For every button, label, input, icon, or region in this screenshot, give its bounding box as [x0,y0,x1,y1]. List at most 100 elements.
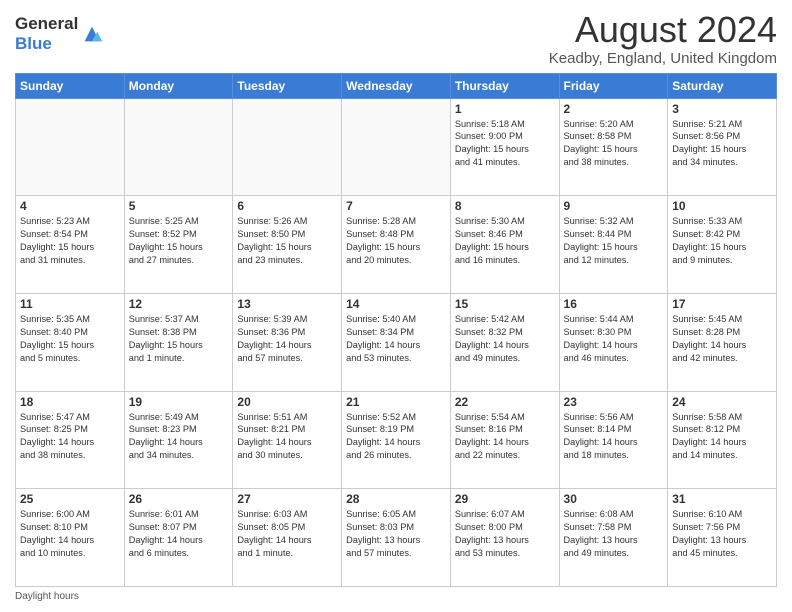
logo-blue: Blue [15,34,52,53]
day-info: Sunrise: 5:32 AM Sunset: 8:44 PM Dayligh… [564,215,664,267]
day-info: Sunrise: 5:58 AM Sunset: 8:12 PM Dayligh… [672,411,772,463]
logo-text: General Blue [15,14,78,54]
day-info: Sunrise: 5:49 AM Sunset: 8:23 PM Dayligh… [129,411,229,463]
day-number: 11 [20,297,120,311]
day-info: Sunrise: 6:03 AM Sunset: 8:05 PM Dayligh… [237,508,337,560]
calendar-cell: 12 Sunrise: 5:37 AM Sunset: 8:38 PM Dayli… [124,293,233,391]
day-number: 4 [20,199,120,213]
calendar-cell: 18 Sunrise: 5:47 AM Sunset: 8:25 PM Dayli… [16,391,125,489]
calendar-cell [342,98,451,196]
calendar-cell: 19 Sunrise: 5:49 AM Sunset: 8:23 PM Dayli… [124,391,233,489]
day-info: Sunrise: 5:47 AM Sunset: 8:25 PM Dayligh… [20,411,120,463]
day-number: 19 [129,395,229,409]
day-number: 27 [237,492,337,506]
day-info: Sunrise: 6:07 AM Sunset: 8:00 PM Dayligh… [455,508,555,560]
day-number: 16 [564,297,664,311]
day-info: Sunrise: 5:33 AM Sunset: 8:42 PM Dayligh… [672,215,772,267]
page: General Blue August 2024 Keadby, England… [0,0,792,612]
day-info: Sunrise: 5:52 AM Sunset: 8:19 PM Dayligh… [346,411,446,463]
day-info: Sunrise: 5:54 AM Sunset: 8:16 PM Dayligh… [455,411,555,463]
calendar-cell: 3Sunrise: 5:21 AM Sunset: 8:56 PM Daylig… [668,98,777,196]
day-info: Sunrise: 5:20 AM Sunset: 8:58 PM Dayligh… [564,118,664,170]
title-block: August 2024 Keadby, England, United King… [549,10,777,67]
day-number: 9 [564,199,664,213]
col-monday: Monday [124,73,233,98]
calendar-cell: 27 Sunrise: 6:03 AM Sunset: 8:05 PM Dayli… [233,489,342,587]
day-number: 13 [237,297,337,311]
day-info: Sunrise: 5:42 AM Sunset: 8:32 PM Dayligh… [455,313,555,365]
day-number: 18 [20,395,120,409]
calendar-cell: 8 Sunrise: 5:30 AM Sunset: 8:46 PM Daylig… [450,196,559,294]
day-info: Sunrise: 5:23 AM Sunset: 8:54 PM Dayligh… [20,215,120,267]
day-info: Sunrise: 5:45 AM Sunset: 8:28 PM Dayligh… [672,313,772,365]
day-info: Sunrise: 5:39 AM Sunset: 8:36 PM Dayligh… [237,313,337,365]
calendar-cell [16,98,125,196]
calendar-cell: 7Sunrise: 5:28 AM Sunset: 8:48 PM Daylig… [342,196,451,294]
subtitle: Keadby, England, United Kingdom [549,50,777,67]
calendar-header-row: Sunday Monday Tuesday Wednesday Thursday… [16,73,777,98]
calendar-cell: 25Sunrise: 6:00 AM Sunset: 8:10 PM Dayli… [16,489,125,587]
day-number: 3 [672,102,772,116]
calendar-cell: 6Sunrise: 5:26 AM Sunset: 8:50 PM Daylig… [233,196,342,294]
day-info: Sunrise: 6:01 AM Sunset: 8:07 PM Dayligh… [129,508,229,560]
day-info: Sunrise: 5:51 AM Sunset: 8:21 PM Dayligh… [237,411,337,463]
col-saturday: Saturday [668,73,777,98]
calendar-cell: 4 Sunrise: 5:23 AM Sunset: 8:54 PM Daylig… [16,196,125,294]
calendar-cell: 14 Sunrise: 5:40 AM Sunset: 8:34 PM Dayli… [342,293,451,391]
day-number: 26 [129,492,229,506]
day-number: 23 [564,395,664,409]
calendar-week-2: 11Sunrise: 5:35 AM Sunset: 8:40 PM Dayli… [16,293,777,391]
day-number: 30 [564,492,664,506]
calendar-week-3: 18 Sunrise: 5:47 AM Sunset: 8:25 PM Dayli… [16,391,777,489]
day-number: 1 [455,102,555,116]
calendar-cell: 9 Sunrise: 5:32 AM Sunset: 8:44 PM Daylig… [559,196,668,294]
calendar-cell: 29 Sunrise: 6:07 AM Sunset: 8:00 PM Dayli… [450,489,559,587]
day-number: 22 [455,395,555,409]
day-number: 28 [346,492,446,506]
col-tuesday: Tuesday [233,73,342,98]
calendar-cell: 11Sunrise: 5:35 AM Sunset: 8:40 PM Dayli… [16,293,125,391]
col-friday: Friday [559,73,668,98]
calendar-cell: 1 Sunrise: 5:18 AM Sunset: 9:00 PM Daylig… [450,98,559,196]
day-info: Sunrise: 5:30 AM Sunset: 8:46 PM Dayligh… [455,215,555,267]
footer-note: Daylight hours [15,591,777,602]
day-number: 29 [455,492,555,506]
day-info: Sunrise: 6:10 AM Sunset: 7:56 PM Dayligh… [672,508,772,560]
day-info: Sunrise: 6:05 AM Sunset: 8:03 PM Dayligh… [346,508,446,560]
day-number: 12 [129,297,229,311]
day-number: 31 [672,492,772,506]
day-info: Sunrise: 5:40 AM Sunset: 8:34 PM Dayligh… [346,313,446,365]
day-number: 15 [455,297,555,311]
day-number: 6 [237,199,337,213]
day-number: 14 [346,297,446,311]
day-number: 25 [20,492,120,506]
col-wednesday: Wednesday [342,73,451,98]
day-info: Sunrise: 5:56 AM Sunset: 8:14 PM Dayligh… [564,411,664,463]
calendar-cell: 21 Sunrise: 5:52 AM Sunset: 8:19 PM Dayli… [342,391,451,489]
calendar-cell: 28 Sunrise: 6:05 AM Sunset: 8:03 PM Dayli… [342,489,451,587]
calendar-cell [233,98,342,196]
calendar-cell: 16 Sunrise: 5:44 AM Sunset: 8:30 PM Dayli… [559,293,668,391]
logo-icon [81,23,103,45]
calendar-cell: 2Sunrise: 5:20 AM Sunset: 8:58 PM Daylig… [559,98,668,196]
day-info: Sunrise: 6:08 AM Sunset: 7:58 PM Dayligh… [564,508,664,560]
day-info: Sunrise: 5:37 AM Sunset: 8:38 PM Dayligh… [129,313,229,365]
logo-general: General [15,14,78,33]
day-info: Sunrise: 5:18 AM Sunset: 9:00 PM Dayligh… [455,118,555,170]
day-number: 7 [346,199,446,213]
day-number: 20 [237,395,337,409]
calendar-cell: 5Sunrise: 5:25 AM Sunset: 8:52 PM Daylig… [124,196,233,294]
calendar-week-4: 25Sunrise: 6:00 AM Sunset: 8:10 PM Dayli… [16,489,777,587]
day-number: 21 [346,395,446,409]
day-info: Sunrise: 5:44 AM Sunset: 8:30 PM Dayligh… [564,313,664,365]
calendar-cell: 24Sunrise: 5:58 AM Sunset: 8:12 PM Dayli… [668,391,777,489]
calendar-cell: 22 Sunrise: 5:54 AM Sunset: 8:16 PM Dayli… [450,391,559,489]
calendar-cell: 20 Sunrise: 5:51 AM Sunset: 8:21 PM Dayli… [233,391,342,489]
logo: General Blue [15,14,103,54]
calendar-week-1: 4 Sunrise: 5:23 AM Sunset: 8:54 PM Daylig… [16,196,777,294]
day-info: Sunrise: 5:25 AM Sunset: 8:52 PM Dayligh… [129,215,229,267]
calendar-week-0: 1 Sunrise: 5:18 AM Sunset: 9:00 PM Daylig… [16,98,777,196]
day-number: 10 [672,199,772,213]
calendar-table: Sunday Monday Tuesday Wednesday Thursday… [15,73,777,587]
day-number: 8 [455,199,555,213]
